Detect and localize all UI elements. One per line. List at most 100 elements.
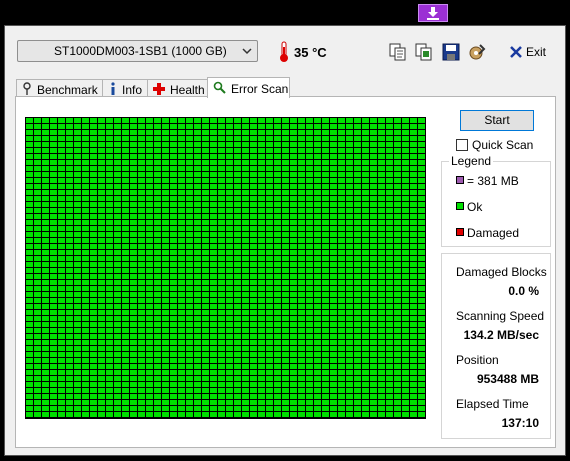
scan-block [130, 292, 137, 297]
scan-block [106, 400, 113, 405]
scan-block [418, 220, 425, 225]
scan-block [378, 334, 385, 339]
scan-block [218, 286, 225, 291]
scan-block [122, 310, 129, 315]
scan-block [138, 244, 145, 249]
scan-block [314, 130, 321, 135]
scan-block [130, 328, 137, 333]
scan-block [138, 400, 145, 405]
scan-block [250, 172, 257, 177]
scan-block [82, 346, 89, 351]
scan-block [162, 328, 169, 333]
options-icon[interactable] [467, 42, 487, 62]
scan-block [410, 184, 417, 189]
scan-block [402, 184, 409, 189]
scan-block [178, 400, 185, 405]
scan-block [170, 208, 177, 213]
scan-block [74, 340, 81, 345]
scan-block [146, 190, 153, 195]
scan-block [338, 268, 345, 273]
scan-block [106, 172, 113, 177]
scan-block [146, 124, 153, 129]
scan-block [226, 142, 233, 147]
tab-error-scan[interactable]: Error Scan [207, 77, 290, 98]
scan-block [234, 400, 241, 405]
scan-block [82, 226, 89, 231]
scan-block [226, 256, 233, 261]
scan-block [362, 118, 369, 123]
scan-block [410, 244, 417, 249]
copy-text-icon[interactable] [388, 42, 408, 62]
scan-block [410, 118, 417, 123]
tab-info[interactable]: Info [102, 79, 148, 97]
scan-block [298, 322, 305, 327]
copy-image-icon[interactable] [414, 42, 434, 62]
scan-block [250, 388, 257, 393]
scan-block [242, 382, 249, 387]
scan-block [274, 280, 281, 285]
scan-block [354, 310, 361, 315]
scan-block [66, 124, 73, 129]
minimize-to-tray-button[interactable] [418, 4, 448, 22]
scan-block [282, 298, 289, 303]
scan-block [322, 268, 329, 273]
scan-block [282, 340, 289, 345]
scan-block [290, 202, 297, 207]
scan-block [194, 214, 201, 219]
save-icon[interactable] [441, 42, 461, 62]
scan-block [98, 280, 105, 285]
scan-block [74, 406, 81, 411]
scan-block [98, 370, 105, 375]
scan-block [226, 184, 233, 189]
scan-block [154, 340, 161, 345]
scan-block [298, 130, 305, 135]
scan-block [146, 334, 153, 339]
scan-block [282, 316, 289, 321]
scan-block [218, 238, 225, 243]
scan-block [154, 280, 161, 285]
scan-block [50, 232, 57, 237]
scan-block [170, 226, 177, 231]
scan-block [154, 334, 161, 339]
scan-block [202, 160, 209, 165]
scan-block [58, 202, 65, 207]
scan-block [370, 142, 377, 147]
scan-block [378, 280, 385, 285]
scan-block [418, 208, 425, 213]
scan-block [58, 286, 65, 291]
scan-block [82, 400, 89, 405]
scan-block [402, 220, 409, 225]
tab-benchmark[interactable]: Benchmark [16, 79, 103, 97]
scan-block [90, 286, 97, 291]
scan-block [274, 394, 281, 399]
scan-block [34, 190, 41, 195]
quick-scan-checkbox[interactable] [456, 139, 468, 151]
scan-block [122, 262, 129, 267]
scan-block [298, 346, 305, 351]
scan-block [26, 310, 33, 315]
start-button[interactable]: Start [460, 110, 534, 131]
scan-block [290, 148, 297, 153]
scan-block [210, 124, 217, 129]
scan-block [66, 208, 73, 213]
drive-select[interactable]: ST1000DM003-1SB1 (1000 GB) [17, 40, 258, 62]
scan-block [82, 196, 89, 201]
scan-block [266, 166, 273, 171]
scan-block [386, 328, 393, 333]
scan-block [386, 370, 393, 375]
tab-health[interactable]: Health [147, 79, 208, 97]
scan-block [186, 334, 193, 339]
scan-block [250, 358, 257, 363]
scan-block [314, 388, 321, 393]
scan-block [162, 160, 169, 165]
scan-block [122, 292, 129, 297]
scan-block [114, 124, 121, 129]
scan-block [314, 142, 321, 147]
scan-block [122, 370, 129, 375]
scan-block [186, 292, 193, 297]
scan-block [50, 400, 57, 405]
scan-block [354, 400, 361, 405]
scan-block [170, 136, 177, 141]
scan-block [42, 328, 49, 333]
scan-block [298, 190, 305, 195]
